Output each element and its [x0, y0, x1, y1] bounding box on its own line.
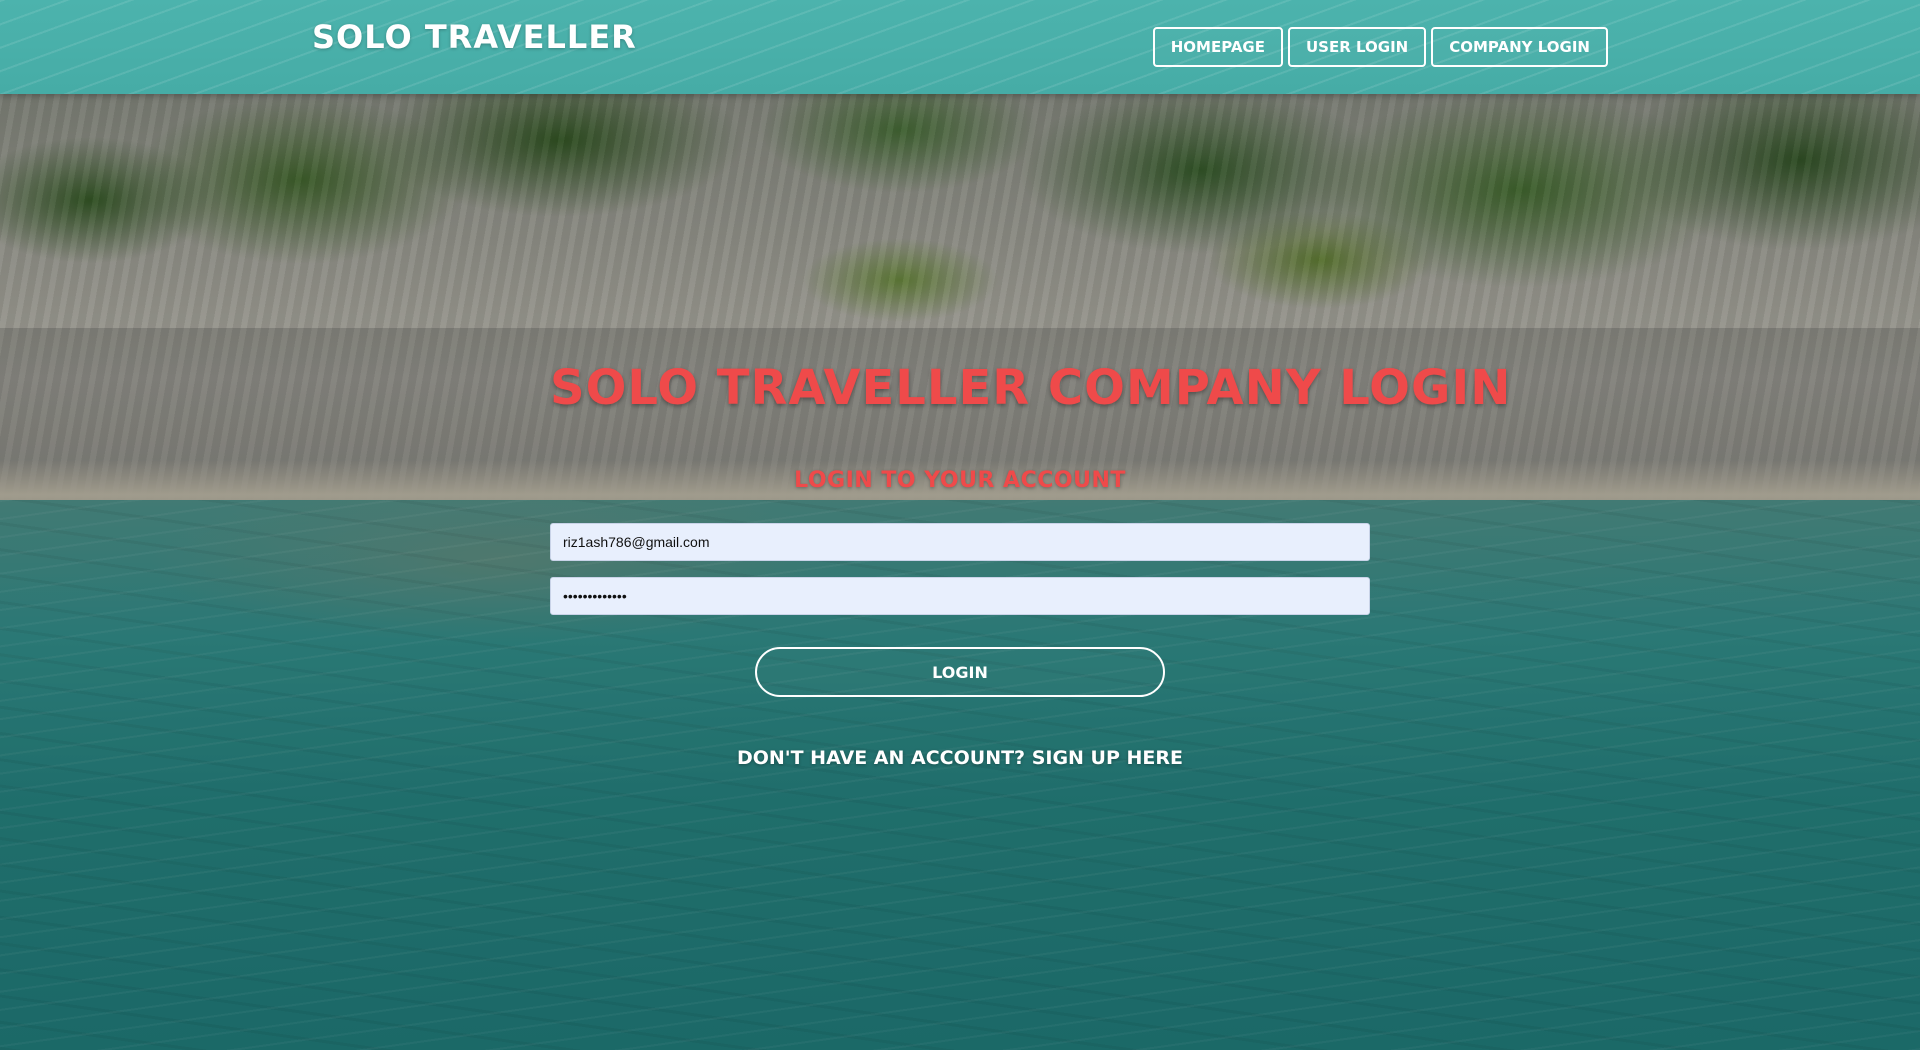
site-brand[interactable]: SOLO TRAVELLER [312, 18, 637, 56]
signup-link[interactable]: DON'T HAVE AN ACCOUNT? SIGN UP HERE [737, 747, 1183, 769]
page-title: SOLO TRAVELLER COMPANY LOGIN [550, 360, 1512, 416]
email-field[interactable] [550, 523, 1370, 561]
nav-homepage-button[interactable]: HOMEPAGE [1152, 27, 1283, 67]
login-button[interactable]: LOGIN [755, 647, 1165, 697]
site-header: SOLO TRAVELLER HOMEPAGE USER LOGIN COMPA… [0, 0, 1920, 94]
password-field[interactable] [550, 577, 1370, 615]
nav-user-login-button[interactable]: USER LOGIN [1287, 27, 1427, 67]
nav-company-login-button[interactable]: COMPANY LOGIN [1431, 27, 1608, 67]
main-nav: HOMEPAGE USER LOGIN COMPANY LOGIN [1152, 27, 1608, 67]
company-login-form: SOLO TRAVELLER COMPANY LOGIN LOGIN TO YO… [550, 360, 1512, 769]
form-subtitle: LOGIN TO YOUR ACCOUNT [794, 468, 1126, 493]
page: SOLO TRAVELLER HOMEPAGE USER LOGIN COMPA… [0, 0, 1920, 1050]
